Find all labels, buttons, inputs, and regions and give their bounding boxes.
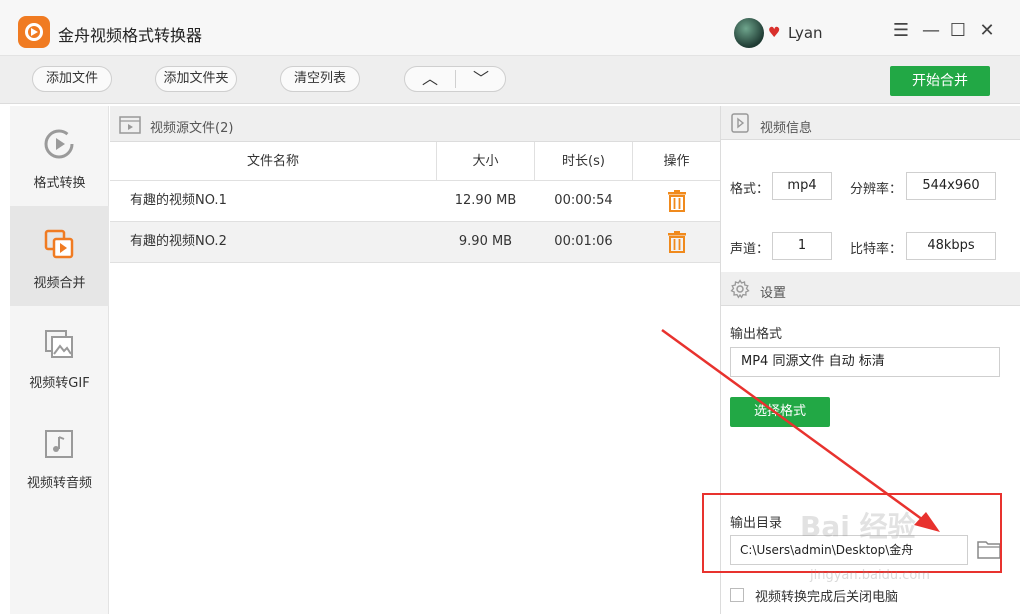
sidebar-item-video-to-gif[interactable]: 视频转GIF [10, 306, 109, 406]
user-avatar[interactable] [734, 18, 764, 48]
column-header-size[interactable]: 大小 [437, 142, 534, 181]
column-header-actions: 操作 [633, 142, 720, 181]
output-format-field[interactable]: MP4 同源文件 自动 标清 [730, 347, 1000, 377]
maximize-button[interactable]: ☐ [948, 20, 968, 41]
shutdown-label: 视频转换完成后关闭电脑 [755, 590, 899, 605]
table-row[interactable]: 有趣的视频NO.1 12.90 MB 00:00:54 [110, 181, 720, 222]
play-circle-icon [44, 129, 74, 159]
sidebar-item-format-convert[interactable]: 格式转换 [10, 106, 109, 206]
format-value: mp4 [772, 172, 832, 200]
watermark: Bai 经验 [800, 510, 916, 543]
file-name-cell: 有趣的视频NO.2 [130, 234, 227, 249]
watermark-url: jingyan.baidu.com [810, 568, 930, 583]
resolution-label: 分辨率： [850, 182, 903, 197]
output-format-label: 输出格式 [730, 327, 783, 342]
move-buttons-group: ︿ ﹀ [404, 66, 506, 92]
column-header-duration[interactable]: 时长(s) [535, 142, 632, 181]
sidebar-item-label: 视频合并 [33, 276, 86, 291]
settings-title: 设置 [760, 286, 787, 301]
sidebar-item-label: 格式转换 [33, 176, 86, 191]
video-info-icon [731, 113, 749, 133]
format-label: 格式： [730, 182, 770, 197]
app-logo-icon [18, 16, 50, 48]
merge-video-icon [44, 229, 74, 259]
close-button[interactable]: ✕ [977, 20, 997, 41]
music-icon [45, 430, 73, 458]
channel-value: 1 [772, 232, 832, 260]
resolution-value: 544x960 [906, 172, 996, 200]
start-merge-button[interactable]: 开始合并 [890, 66, 990, 96]
sidebar-item-video-to-audio[interactable]: 视频转音频 [10, 406, 109, 506]
sidebar-item-label: 视频转音频 [26, 476, 92, 491]
table-row[interactable]: 有趣的视频NO.2 9.90 MB 00:01:06 [110, 222, 720, 263]
channel-label: 声道： [730, 242, 770, 257]
toolbar [0, 56, 1020, 104]
menu-icon[interactable]: ☰ [891, 20, 911, 41]
sidebar-item-video-merge[interactable]: 视频合并 [10, 206, 109, 306]
trash-icon[interactable] [667, 190, 687, 212]
app-title: 金舟视频格式转换器 [58, 26, 203, 45]
file-size-cell: 12.90 MB [454, 193, 517, 208]
file-list-title: 视频源文件(2) [150, 121, 234, 136]
vip-heart-icon: ♥ [768, 25, 781, 41]
column-header-name[interactable]: 文件名称 [110, 142, 436, 181]
move-down-button[interactable]: ﹀ [456, 67, 506, 93]
sidebar-item-label: 视频转GIF [29, 376, 90, 391]
film-icon [119, 116, 141, 134]
clear-list-button[interactable]: 清空列表 [280, 66, 360, 92]
bitrate-label: 比特率： [850, 242, 903, 257]
user-name[interactable]: Lyan [788, 24, 823, 42]
file-size-cell: 9.90 MB [458, 234, 513, 249]
file-name-cell: 有趣的视频NO.1 [130, 193, 227, 208]
video-info-title: 视频信息 [760, 121, 813, 136]
add-folder-button[interactable]: 添加文件夹 [155, 66, 237, 92]
minimize-button[interactable]: — [921, 20, 941, 41]
file-duration-cell: 00:01:06 [554, 234, 613, 249]
file-duration-cell: 00:00:54 [554, 193, 613, 208]
trash-icon[interactable] [667, 231, 687, 253]
gear-icon [730, 279, 750, 299]
shutdown-checkbox[interactable] [730, 588, 744, 602]
bitrate-value: 48kbps [906, 232, 996, 260]
move-up-button[interactable]: ︿ [405, 67, 455, 93]
image-icon [45, 330, 73, 358]
add-file-button[interactable]: 添加文件 [32, 66, 112, 92]
select-format-button[interactable]: 选择格式 [730, 397, 830, 427]
